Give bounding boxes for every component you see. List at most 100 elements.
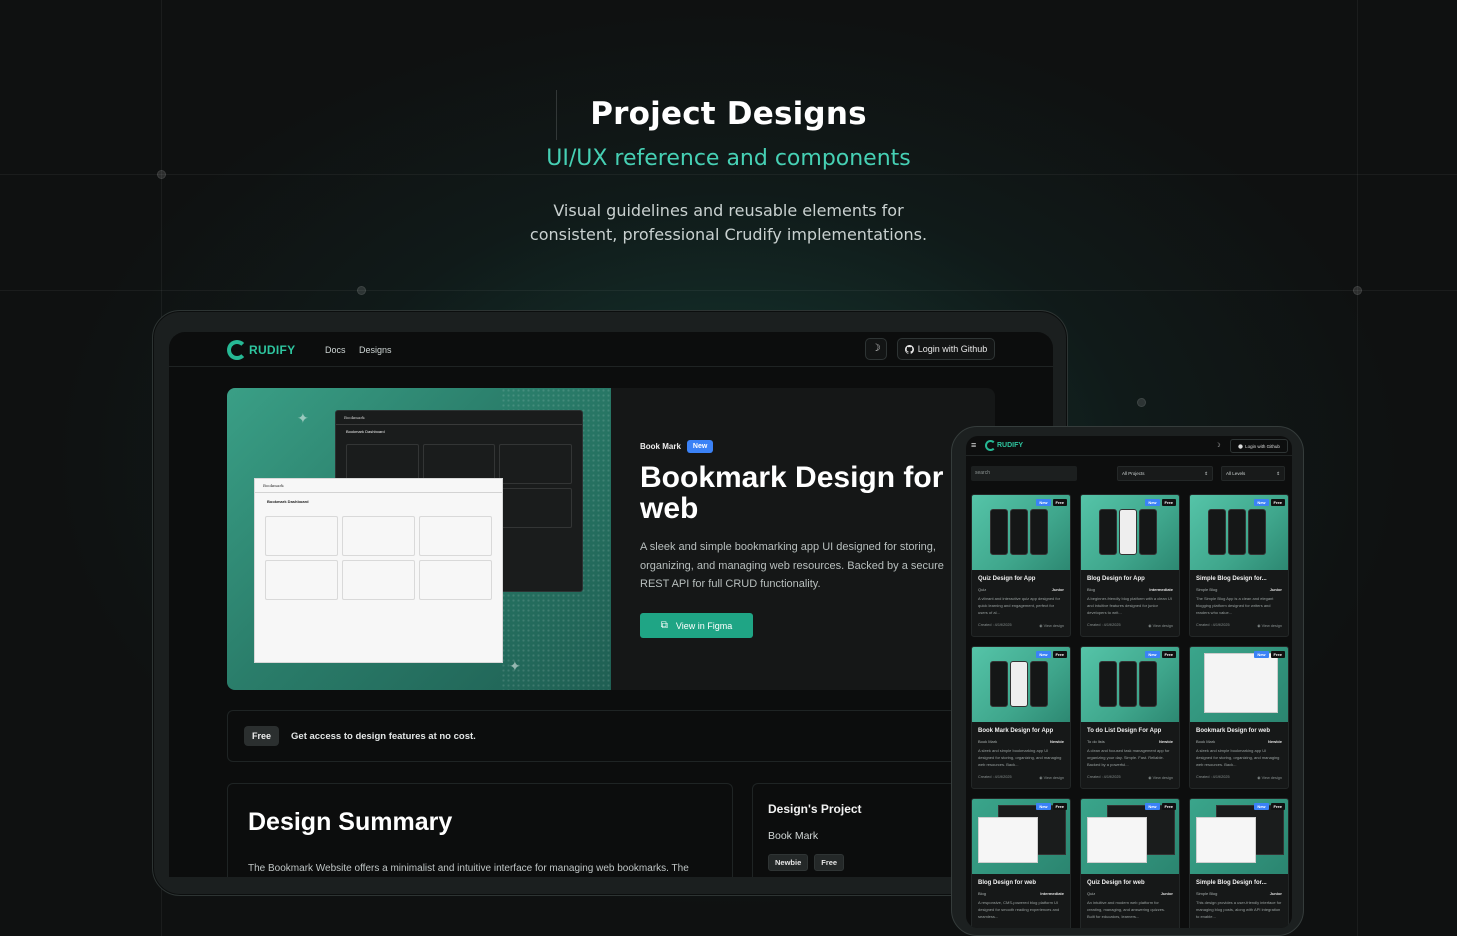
login-github-button[interactable]: Login with Github [897, 338, 995, 360]
bg-grid-dot [1137, 398, 1146, 407]
design-card[interactable]: New Free Quiz Design for web Quiz Junior An i… [1080, 798, 1180, 928]
card-badges: New Free [1254, 803, 1285, 810]
design-card-meta: To do lists Newbie [1081, 734, 1179, 744]
phone-screens [1099, 661, 1157, 707]
menu-icon[interactable]: ≡ [971, 440, 976, 450]
design-summary-text: The Bookmark Website offers a minimalist… [248, 863, 689, 874]
phone-screen [1030, 509, 1048, 555]
view-design-link[interactable]: ◉ View design [1257, 775, 1282, 780]
design-card-level: Intermediate [1149, 587, 1173, 592]
search-input[interactable]: search [971, 466, 1077, 481]
mock-card [342, 516, 415, 556]
category-label: Book Mark [640, 442, 681, 451]
design-card-title: To do List Design For App [1087, 728, 1162, 734]
design-card[interactable]: New Free Blog Design for web Blog Intermedia… [971, 798, 1071, 928]
theme-toggle-button[interactable]: ☽ [865, 338, 887, 360]
design-project-card: Design's Project Book Mark Newbie Free [752, 783, 982, 877]
design-card-thumbnail: New Free [972, 799, 1070, 874]
design-card-title: Simple Blog Design for... [1196, 880, 1267, 886]
design-summary-title: Design Summary [248, 808, 453, 836]
design-card[interactable]: New Free Simple Blog Design for... Simple B… [1189, 494, 1289, 637]
design-card[interactable]: New Free Book Mark Design for App Book Mark… [971, 646, 1071, 789]
design-card-description: A sleek and simple bookmarking app UI de… [1196, 748, 1280, 767]
design-card[interactable]: New Free To do List Design For App To do li… [1080, 646, 1180, 789]
phone-screen [1139, 661, 1157, 707]
design-card[interactable]: New Free Bookmark Design for web Book Mark N… [1189, 646, 1289, 789]
design-card[interactable]: New Free Quiz Design for App Quiz Junior A vi… [971, 494, 1071, 637]
view-design-link[interactable]: ◉ View design [1148, 623, 1173, 628]
phone-screen [1248, 509, 1266, 555]
card-badges: New Free [1036, 803, 1067, 810]
design-card-thumbnail: New Free [972, 647, 1070, 722]
tag-price: Free [814, 854, 845, 871]
phone-screen [1228, 509, 1246, 555]
design-card-thumbnail: New Free [972, 495, 1070, 570]
view-design-link[interactable]: ◉ View design [1148, 775, 1173, 780]
design-card[interactable]: New Free Blog Design for App Blog Intermedia… [1080, 494, 1180, 637]
design-card-meta: Blog Intermediate [1081, 582, 1179, 592]
logo-icon [985, 440, 996, 451]
view-design-link[interactable]: ◉ View design [1257, 623, 1282, 628]
levels-filter-select[interactable]: All Levels ⇕ [1221, 466, 1285, 481]
phone-screen [990, 661, 1008, 707]
view-design-link[interactable]: ◉ View design [1039, 623, 1064, 628]
design-card-category: Simple Blog [1196, 891, 1218, 896]
design-card-thumbnail: New Free [1190, 495, 1288, 570]
design-card[interactable]: New Free Simple Blog Design for... Simple B… [1189, 798, 1289, 928]
mock-cards [255, 510, 502, 606]
design-card-category: Blog [1087, 587, 1096, 592]
github-icon [1238, 443, 1243, 449]
category-row: Book Mark New [640, 440, 714, 453]
view-in-figma-button[interactable]: ⧉ View in Figma [640, 613, 753, 638]
design-card-title: Blog Design for App [1087, 576, 1145, 582]
free-access-banner: Free Get access to design features at no… [227, 710, 995, 762]
hero-title: Project Designs [590, 96, 867, 132]
sparkle-icon: ✦ [297, 410, 309, 426]
moon-icon: ☽ [871, 343, 881, 354]
projects-filter-select[interactable]: All Projects ⇕ [1117, 466, 1213, 481]
logo[interactable]: RUDIFY [227, 340, 295, 360]
free-badge: Free [1270, 499, 1285, 506]
design-card-footer: Created : 4/19/2025 ◉ View design [1190, 620, 1288, 628]
design-card-category: Simple Blog [1196, 587, 1218, 592]
design-card-footer: Created : 4/19/2025 ◉ View design [972, 772, 1070, 780]
design-card-level: Intermediate [1040, 891, 1064, 896]
hero-description-line1: Visual guidelines and reusable elements … [553, 201, 904, 220]
tablet-login-github-button[interactable]: Login with Github [1230, 439, 1288, 453]
design-card-thumbnail: New Free [1081, 495, 1179, 570]
nav-link-docs[interactable]: Docs [325, 345, 346, 355]
mock-card [499, 444, 572, 484]
design-card-meta: Quiz Junior [972, 582, 1070, 592]
laptop-frame: RUDIFY Docs Designs ☽ Login with Github … [152, 310, 1068, 896]
nav-link-designs[interactable]: Designs [359, 345, 392, 355]
mock-heading: Bookmark Dashboard [267, 499, 309, 504]
phone-screen [1030, 661, 1048, 707]
design-card-created: Created : 4/19/2025 [1196, 623, 1230, 627]
github-icon [904, 344, 914, 354]
bg-grid-dot [1353, 286, 1362, 295]
design-card-description: This design provides a user-friendly int… [1196, 900, 1282, 919]
design-card-description: An intuitive and modern web platform for… [1087, 900, 1166, 919]
design-card-thumbnail: New Free [1081, 647, 1179, 722]
design-cards-grid: New Free Quiz Design for App Quiz Junior A vi… [971, 494, 1289, 928]
featured-design-preview: ✦ ✦ Bookmark Bookmark Dashboard Bookmark… [227, 388, 611, 690]
mock-heading: Bookmark Dashboard [346, 429, 385, 434]
phone-screens [990, 661, 1048, 707]
view-design-link[interactable]: ◉ View design [1039, 775, 1064, 780]
free-badge: Free [244, 726, 280, 746]
tablet-login-label: Login with Github [1245, 443, 1280, 449]
design-card-category: Book Mark [978, 739, 998, 744]
phone-screens [1208, 509, 1266, 555]
design-card-level: Newbie [1158, 739, 1173, 744]
free-badge: Free [1052, 803, 1067, 810]
moon-icon[interactable]: ☽ [1212, 440, 1224, 452]
tablet-logo[interactable]: RUDIFY [985, 440, 1023, 451]
design-card-created: Created : 4/19/2025 [978, 623, 1012, 627]
new-badge: New [1254, 499, 1269, 506]
design-card-level: Junior [1051, 587, 1064, 592]
design-card-footer: Created : 4/19/2025 ◉ View design [1081, 620, 1179, 628]
design-card-category: Blog [978, 891, 987, 896]
phone-screen [1119, 661, 1137, 707]
design-card-level: Junior [1269, 587, 1282, 592]
phone-screen [1208, 509, 1226, 555]
